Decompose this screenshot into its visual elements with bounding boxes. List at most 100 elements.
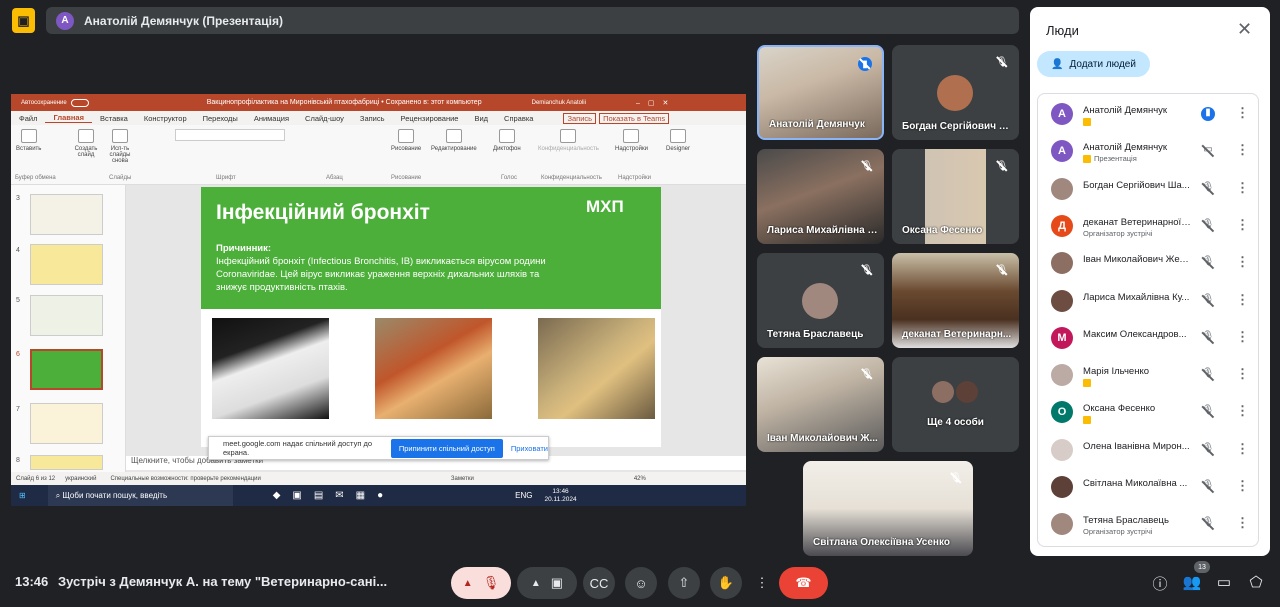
taskbar-apps-icon[interactable]: ◆▣▤✉▦● (273, 490, 395, 501)
participant-role-text: Організатор зустрічі (1083, 527, 1153, 537)
tile-participant-5[interactable]: 🎙 Тетяна Браславець (757, 253, 884, 348)
menu-file[interactable]: Файл (11, 114, 45, 123)
participant-avatar (937, 75, 973, 111)
camera-button[interactable]: ▲ ▣ (517, 567, 577, 599)
zoom-level[interactable]: 42% (634, 476, 646, 482)
menu-help[interactable]: Справка (496, 114, 541, 123)
present-button[interactable]: ⇧ (668, 567, 700, 599)
menu-transitions[interactable]: Переходы (195, 114, 246, 123)
tile-participant-7[interactable]: 🎙 Іван Миколайович Ж... (757, 357, 884, 452)
more-vert-icon[interactable]: ⋮ (1236, 329, 1249, 345)
more-vert-icon[interactable]: ⋮ (1236, 515, 1249, 531)
privacy-label: Конфиденциальность (538, 146, 599, 152)
thumb-number: 5 (16, 297, 20, 304)
end-call-button[interactable]: ☎ (779, 567, 828, 599)
participant-list: А Анатолій Демянчук ▮ ⋮ А Анатолій Демянчук Пр… (1037, 93, 1259, 547)
captions-button[interactable]: CC (583, 567, 615, 599)
menu-record[interactable]: Запись (352, 114, 393, 123)
tile-more-people[interactable]: Ще 4 особи (892, 357, 1019, 452)
slide-thumb-4[interactable] (30, 244, 103, 285)
participant-row[interactable]: Тетяна Браславець Організатор зустрічі 🎙 ⋮ (1038, 508, 1260, 545)
dictation-button[interactable]: Диктофон (493, 129, 521, 152)
tile-participant-4[interactable]: 🎙 Оксана Фесенко (892, 149, 1019, 244)
add-people-button[interactable]: 👤 Додати людей (1037, 51, 1150, 77)
stop-sharing-button[interactable]: Припинити спільний доступ (390, 438, 503, 458)
slide-thumb-5[interactable] (30, 295, 103, 336)
participant-row[interactable]: Лариса Михайлівна Ку... 🎙 ⋮ (1038, 285, 1260, 322)
hide-link[interactable]: Приховати (511, 444, 548, 453)
font-name-select[interactable] (175, 129, 285, 141)
participant-row[interactable]: М Максим Олександров... 🎙 ⋮ (1038, 322, 1260, 359)
new-slide-button[interactable]: Создать слайд (73, 129, 99, 158)
paste-button[interactable]: Вставить (16, 129, 41, 152)
menu-design[interactable]: Конструктор (136, 114, 195, 123)
participant-row[interactable]: Світлана Миколаївна ... 🎙 ⋮ (1038, 471, 1260, 508)
tile-participant-3[interactable]: 🎙 Лариса Михайлівна К... (757, 149, 884, 244)
raise-hand-button[interactable]: ✋ (710, 567, 742, 599)
more-vert-icon[interactable]: ⋮ (1236, 292, 1249, 308)
record-button[interactable]: Запись (563, 112, 597, 124)
end-call-icon: ☎ (795, 575, 812, 590)
autosave-toggle[interactable] (70, 98, 89, 107)
slide-thumb-8[interactable] (30, 455, 103, 470)
editing-button[interactable]: Редактирование (431, 129, 477, 152)
participant-row[interactable]: Марія Ільченко 🎙 ⋮ (1038, 359, 1260, 396)
privacy-button[interactable]: Конфиденциальность (538, 129, 599, 152)
participant-row[interactable]: Богдан Сергійович Ша... 🎙 ⋮ (1038, 173, 1260, 210)
designer-button[interactable]: Designer (666, 129, 690, 152)
more-vert-icon[interactable]: ⋮ (1236, 403, 1249, 419)
tile-participant-2[interactable]: 🎙 Богдан Сергійович Ш... (892, 45, 1019, 140)
teams-button[interactable]: Показать в Teams (599, 112, 670, 124)
addins-button[interactable]: Надстройки (615, 129, 648, 152)
current-slide[interactable]: Інфекційний бронхіт МХП Причинник: Інфек… (201, 187, 661, 447)
presentation-icon[interactable]: ▣ (12, 8, 35, 33)
more-vert-icon[interactable]: ⋮ (1236, 441, 1249, 457)
participant-avatar (802, 283, 838, 319)
mic-button[interactable]: ▲ 🎙 (451, 567, 511, 599)
tile-name: Оксана Фесенко (902, 225, 983, 236)
more-vert-icon[interactable]: ⋮ (1236, 217, 1249, 233)
menu-slideshow[interactable]: Слайд-шоу (297, 114, 352, 123)
tile-participant-1[interactable]: ▮ Анатолій Демянчук (757, 45, 884, 140)
group-paragraph: Абзац (326, 175, 343, 181)
info-icon[interactable]: ⓘ (1150, 573, 1170, 594)
participant-row[interactable]: А Анатолій Демянчук ▮ ⋮ (1038, 98, 1260, 135)
menu-home[interactable]: Главная (45, 113, 92, 123)
menu-review[interactable]: Рецензирование (393, 114, 467, 123)
group-slides: Слайды (109, 175, 132, 181)
participant-row[interactable]: О Оксана Фесенко 🎙 ⋮ (1038, 396, 1260, 433)
reuse-slides-button[interactable]: Исп-ть слайды снова (105, 129, 135, 164)
participant-role: Організатор зустрічі (1083, 229, 1152, 238)
emoji-button[interactable]: ☺ (625, 567, 657, 599)
more-vert-icon[interactable]: ⋮ (1236, 254, 1249, 270)
activities-icon[interactable]: ⬠ (1246, 573, 1266, 591)
windows-start-icon[interactable]: ⊞ (19, 491, 26, 500)
accessibility-status[interactable]: Специальные возможности: проверьте реком… (110, 476, 260, 482)
people-icon[interactable]: 👥 (1182, 573, 1202, 591)
menu-view[interactable]: Вид (466, 114, 496, 123)
tile-participant-9[interactable]: 🎙 Світлана Олексіївна Усенко (803, 461, 973, 556)
notes-toggle[interactable]: Заметки (451, 476, 474, 482)
slide-thumb-7[interactable] (30, 403, 103, 444)
meeting-title: Зустріч з Демянчук А. на тему "Ветеринар… (58, 574, 388, 589)
close-icon[interactable]: ✕ (1237, 19, 1252, 40)
slide-thumb-3[interactable] (30, 194, 103, 235)
participant-row[interactable]: Олена Іванівна Мирон... 🎙 ⋮ (1038, 434, 1260, 471)
more-options-button[interactable]: ⋮ (752, 567, 772, 599)
chat-icon[interactable]: ▭ (1214, 573, 1234, 591)
more-vert-icon[interactable]: ⋮ (1236, 478, 1249, 494)
more-vert-icon[interactable]: ⋮ (1236, 105, 1249, 121)
participant-row[interactable]: А Анатолій Демянчук Презентація ▭ ⋮ (1038, 135, 1260, 172)
more-vert-icon[interactable]: ⋮ (1236, 142, 1249, 158)
slide-thumb-6[interactable] (30, 349, 103, 390)
more-vert-icon[interactable]: ⋮ (1236, 366, 1249, 382)
participant-row[interactable]: Ддеканат Ветеринарної ... Організатор зус… (1038, 210, 1260, 247)
participant-row[interactable]: Іван Миколайович Жел... 🎙 ⋮ (1038, 247, 1260, 284)
taskbar-search[interactable]: ⌕ Щоби почати пошук, введіть (47, 485, 233, 506)
tile-participant-6[interactable]: 🎙 деканат Ветеринарн... (892, 253, 1019, 348)
more-vert-icon[interactable]: ⋮ (1236, 180, 1249, 196)
menu-insert[interactable]: Вставка (92, 114, 136, 123)
menu-animation[interactable]: Анимация (246, 114, 297, 123)
draw-button[interactable]: Рисование (391, 129, 421, 152)
window-controls-icon[interactable]: –▢✕ (636, 99, 676, 107)
